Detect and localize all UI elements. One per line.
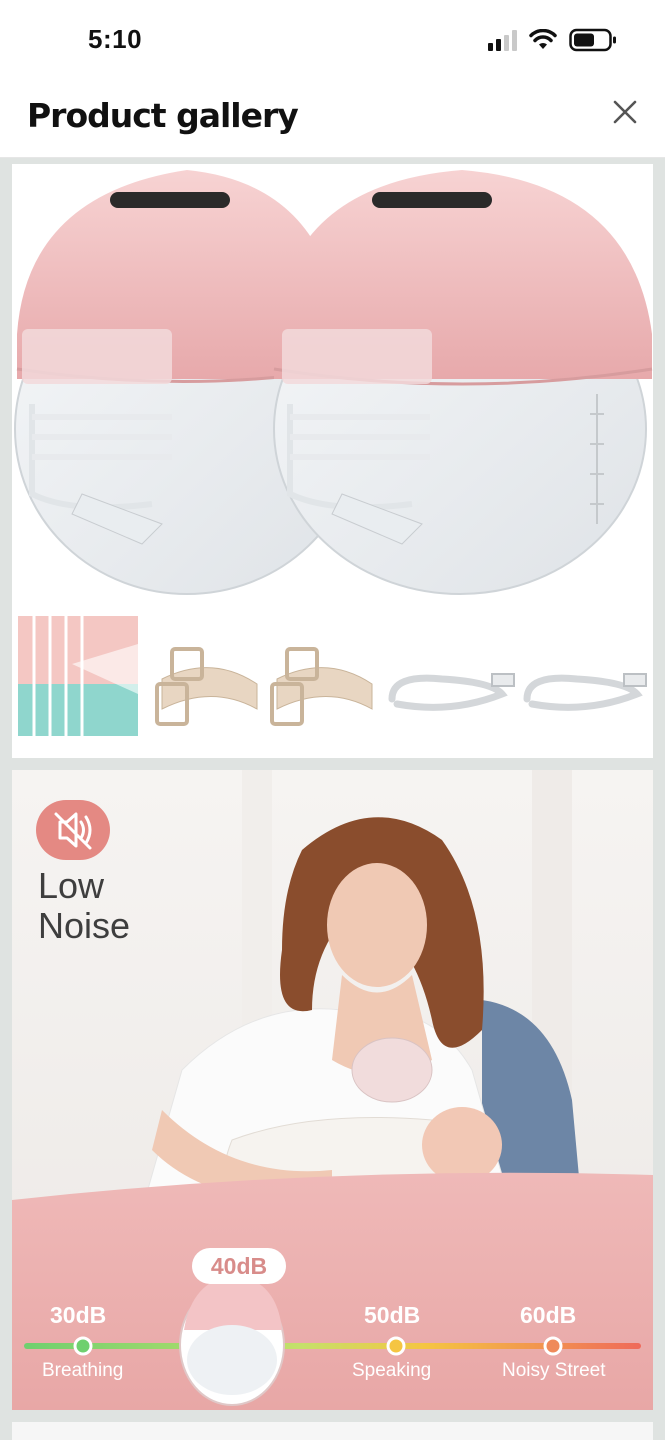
db-label-breathing: Breathing [42,1360,124,1381]
close-button[interactable] [607,94,643,130]
db-value-speaking: 50dB [364,1302,421,1328]
close-icon [613,100,637,124]
gallery-image-product[interactable] [12,164,653,758]
gallery-image-low-noise[interactable]: Low Noise 40dB 30dB Breathing 50dB Speak… [12,770,653,1410]
page-title: Product gallery [27,96,299,135]
status-bar: 5:10 [0,0,665,80]
low-noise-title: Low Noise [38,866,130,946]
status-icons [488,28,617,52]
mute-badge [36,800,110,860]
wifi-icon [529,29,557,49]
db-value-noisy-street: 60dB [520,1302,577,1328]
current-db-pill: 40dB [192,1248,286,1284]
low-noise-line-1: Low [38,865,105,906]
storage-bags [18,616,138,736]
status-time: 5:10 [88,24,143,54]
pump-right [273,170,653,595]
low-noise-line-2: Noise [38,905,131,946]
image-gallery[interactable]: Low Noise 40dB 30dB Breathing 50dB Speak… [0,158,665,1440]
db-label-speaking: Speaking [352,1360,432,1381]
db-label-noisy-street: Noisy Street [502,1360,606,1381]
mute-speaker-icon [54,812,92,850]
product-image [12,164,653,758]
gallery-image-next[interactable] [12,1422,653,1440]
battery-icon [569,28,616,52]
gallery-header: Product gallery [0,80,665,158]
db-value-breathing: 30dB [50,1302,107,1328]
cellular-signal-icon [488,29,517,51]
